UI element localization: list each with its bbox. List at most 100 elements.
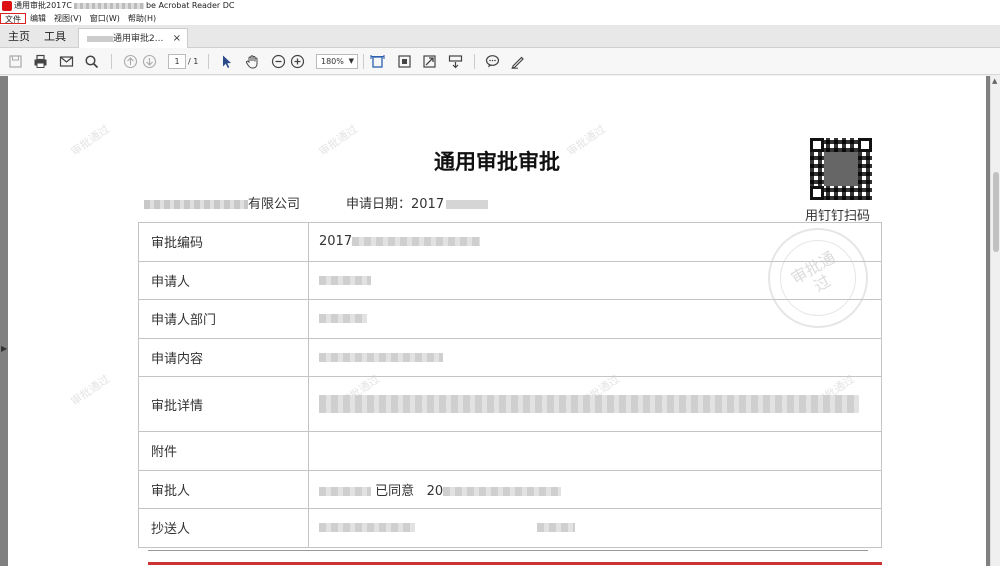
redacted-date — [446, 200, 489, 209]
window-title-prefix: 通用审批2017C — [14, 1, 72, 10]
tab-tools[interactable]: 工具 — [44, 26, 66, 48]
row-value-department — [308, 299, 882, 339]
table-row: 审批详情 — [138, 376, 882, 432]
menu-view[interactable]: 视图(V) — [50, 12, 86, 25]
watermark: 审批通过 — [68, 372, 113, 409]
company-suffix: 有限公司 — [248, 197, 301, 212]
redacted-value — [537, 523, 575, 533]
email-icon[interactable] — [59, 54, 74, 69]
vertical-scrollbar[interactable]: ▲ — [990, 76, 1000, 566]
toolbar-separator — [363, 54, 364, 69]
menu-help[interactable]: 帮助(H) — [124, 12, 160, 25]
table-row: 申请内容 — [138, 337, 882, 377]
row-label-department: 申请人部门 — [138, 299, 309, 339]
table-row: 申请人 — [138, 260, 882, 300]
table-row: 审批人 已同意 20 — [138, 469, 882, 509]
row-value-content — [308, 337, 882, 377]
zoom-in-icon[interactable] — [290, 54, 305, 69]
row-value-applicant — [308, 260, 882, 300]
full-screen-icon[interactable] — [422, 54, 437, 69]
redacted-company — [144, 200, 248, 209]
tab-home[interactable]: 主页 — [8, 26, 30, 48]
qr-finder-pattern — [858, 138, 872, 152]
redacted-value — [319, 395, 859, 413]
save-icon[interactable] — [8, 54, 23, 69]
previous-page-icon[interactable] — [123, 54, 138, 69]
apply-date-label: 申请日期：2017 — [346, 197, 445, 212]
next-page-icon[interactable] — [142, 54, 157, 69]
approval-year: 20 — [426, 483, 444, 499]
close-tab-icon[interactable]: × — [173, 29, 181, 49]
row-value-cc — [308, 508, 882, 548]
redacted-tab-title — [87, 35, 113, 42]
expand-left-panel-icon[interactable]: ▶ — [1, 344, 7, 353]
approval-table: 审批编码 2017 申请人 申请人部门 申请内容 审批详情 附件 审批人 已同意… — [138, 222, 882, 548]
row-value-details — [308, 376, 882, 432]
approver-status: 已同意 — [375, 483, 415, 499]
chevron-down-icon: ▼ — [348, 57, 354, 65]
toolbar-separator — [474, 54, 475, 69]
row-label-details: 审批详情 — [138, 376, 309, 432]
red-border-line — [148, 562, 882, 565]
window-title-bar: 通用审批2017C be Acrobat Reader DC — [0, 0, 1000, 12]
redacted-value — [319, 314, 367, 324]
document-tab-label: 通用审批2... — [113, 34, 164, 44]
zoom-out-icon[interactable] — [271, 54, 286, 69]
pen-sign-icon[interactable] — [510, 54, 525, 69]
search-icon[interactable] — [84, 54, 99, 69]
scrollbar-thumb[interactable] — [993, 172, 999, 252]
page-divider — [148, 550, 868, 551]
redacted-value — [319, 275, 371, 285]
toolbar: 1 / 1 180% ▼ — [0, 48, 1000, 75]
row-label-approver: 审批人 — [138, 469, 309, 509]
row-label-applicant: 申请人 — [138, 260, 309, 300]
tab-bar: 主页 工具 通用审批2... × — [0, 26, 1000, 48]
tab-document[interactable]: 通用审批2... × — [78, 28, 188, 48]
pdf-page: 审批通过 审批通过 审批通过 审批通过 审批通过 审批通过 审批通过 通用审批审… — [8, 76, 986, 566]
redacted-value — [352, 237, 481, 247]
row-value-approval-code: 2017 — [308, 222, 882, 262]
scroll-mode-icon[interactable] — [448, 54, 463, 69]
row-label-cc: 抄送人 — [138, 508, 309, 548]
row-value-attachment — [308, 431, 882, 471]
menu-edit[interactable]: 编辑 — [26, 12, 50, 25]
qr-finder-pattern — [810, 186, 824, 200]
print-icon[interactable] — [33, 54, 48, 69]
fit-width-icon[interactable] — [370, 54, 385, 69]
qr-finder-pattern — [810, 138, 824, 152]
redacted-value — [319, 352, 443, 362]
redacted-value — [443, 486, 562, 496]
page-total: / 1 — [188, 57, 199, 66]
menu-window[interactable]: 窗口(W) — [86, 12, 124, 25]
scroll-up-icon[interactable]: ▲ — [992, 77, 997, 85]
menu-file[interactable]: 文件 — [0, 13, 26, 24]
toolbar-separator — [111, 54, 112, 69]
hand-tool-icon[interactable] — [245, 54, 260, 69]
fit-page-icon[interactable] — [397, 54, 412, 69]
dingtalk-qr-code — [810, 138, 872, 200]
table-row: 抄送人 — [138, 508, 882, 548]
redacted-value — [319, 523, 415, 533]
company-name: 有限公司 — [144, 193, 300, 212]
approval-code-prefix: 2017 — [319, 234, 353, 250]
row-label-content: 申请内容 — [138, 337, 309, 377]
acrobat-app-icon — [2, 1, 12, 11]
document-viewer[interactable]: ▶ 审批通过 审批通过 审批通过 审批通过 审批通过 审批通过 审批通过 通用审… — [0, 76, 990, 566]
select-cursor-icon[interactable] — [219, 54, 234, 69]
qr-redacted-center — [824, 152, 858, 186]
window-title-suffix: be Acrobat Reader DC — [145, 1, 235, 10]
apply-date: 申请日期：2017 — [346, 193, 489, 212]
table-row: 附件 — [138, 431, 882, 471]
page-number-input[interactable]: 1 — [168, 54, 186, 69]
redacted-title — [73, 2, 144, 9]
table-row: 审批编码 2017 — [138, 222, 882, 262]
comment-icon[interactable] — [485, 54, 500, 69]
toolbar-separator — [208, 54, 209, 69]
menu-bar: 文件 编辑 视图(V) 窗口(W) 帮助(H) — [0, 12, 1000, 26]
zoom-level-select[interactable]: 180% ▼ — [316, 54, 358, 69]
zoom-level-value: 180% — [321, 57, 344, 66]
redacted-value — [319, 486, 371, 496]
row-value-approver: 已同意 20 — [308, 469, 882, 509]
row-label-attachment: 附件 — [138, 431, 309, 471]
row-label-approval-code: 审批编码 — [138, 222, 309, 262]
